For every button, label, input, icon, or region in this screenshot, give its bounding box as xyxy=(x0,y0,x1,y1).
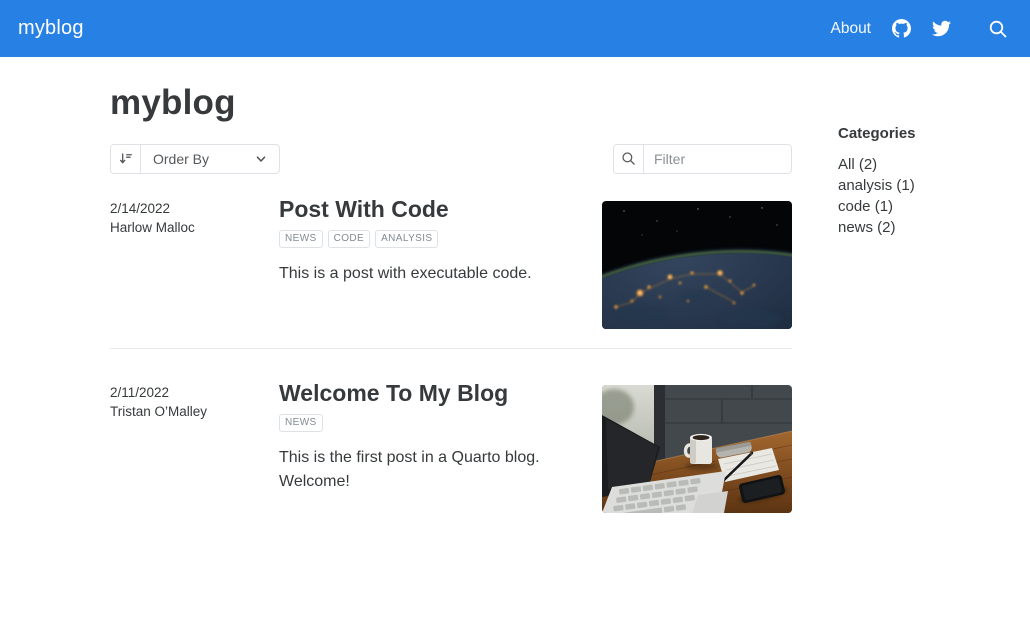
category-code[interactable]: code (1) xyxy=(838,196,998,217)
search-icon[interactable] xyxy=(988,19,1008,39)
category-news[interactable]: news (2) xyxy=(838,217,998,238)
categories-list: All (2) analysis (1) code (1) news (2) xyxy=(838,154,998,238)
post-description: This is a post with executable code. xyxy=(279,262,579,286)
post-date: 2/14/2022 xyxy=(110,199,279,219)
order-by-dropdown[interactable]: Order By xyxy=(110,144,280,174)
listing-main: myblog Order By xyxy=(110,84,792,513)
post-row-welcome: 2/11/2022 Tristan O’Malley Welcome To My… xyxy=(110,380,792,513)
post-body: Post With Code NEWS CODE ANALYSIS This i… xyxy=(279,196,602,286)
tag-analysis[interactable]: ANALYSIS xyxy=(375,230,438,248)
post-meta: 2/14/2022 Harlow Malloc xyxy=(110,196,279,238)
post-meta: 2/11/2022 Tristan O’Malley xyxy=(110,380,279,422)
chevron-down-icon xyxy=(255,153,267,165)
earth-at-night-thumbnail[interactable] xyxy=(602,201,792,329)
navbar-right: About xyxy=(830,19,1008,39)
post-description: This is the first post in a Quarto blog.… xyxy=(279,446,579,494)
sort-amount-down-icon xyxy=(111,145,141,173)
post-title-link[interactable]: Welcome To My Blog xyxy=(279,380,602,406)
post-divider xyxy=(110,348,792,349)
categories-heading: Categories xyxy=(838,125,998,142)
navbar-brand[interactable]: myblog xyxy=(18,17,84,40)
post-row-post-with-code: 2/14/2022 Harlow Malloc Post With Code N… xyxy=(110,196,792,329)
categories-sidebar: Categories All (2) analysis (1) code (1)… xyxy=(838,125,998,238)
listing-toolbar: Order By xyxy=(110,144,792,174)
navbar: myblog About xyxy=(0,0,1030,57)
category-analysis[interactable]: analysis (1) xyxy=(838,175,998,196)
order-by-label: Order By xyxy=(153,151,209,167)
tag-news[interactable]: NEWS xyxy=(279,414,323,432)
tag-code[interactable]: CODE xyxy=(328,230,371,248)
twitter-icon[interactable] xyxy=(932,19,951,38)
order-by-select[interactable]: Order By xyxy=(141,145,279,173)
post-date: 2/11/2022 xyxy=(110,383,279,403)
desk-with-laptop-thumbnail[interactable] xyxy=(602,385,792,513)
post-author: Harlow Malloc xyxy=(110,218,279,238)
filter-input[interactable] xyxy=(644,145,791,173)
page-title: myblog xyxy=(110,84,792,123)
filter-group xyxy=(613,144,792,174)
tag-news[interactable]: NEWS xyxy=(279,230,323,248)
post-body: Welcome To My Blog NEWS This is the firs… xyxy=(279,380,602,494)
post-tags: NEWS xyxy=(279,414,602,432)
filter-search-icon xyxy=(614,145,644,173)
post-title-link[interactable]: Post With Code xyxy=(279,196,602,222)
nav-link-about[interactable]: About xyxy=(830,20,871,38)
github-icon[interactable] xyxy=(892,19,911,38)
post-tags: NEWS CODE ANALYSIS xyxy=(279,230,602,248)
category-all[interactable]: All (2) xyxy=(838,154,998,175)
post-author: Tristan O’Malley xyxy=(110,402,279,422)
